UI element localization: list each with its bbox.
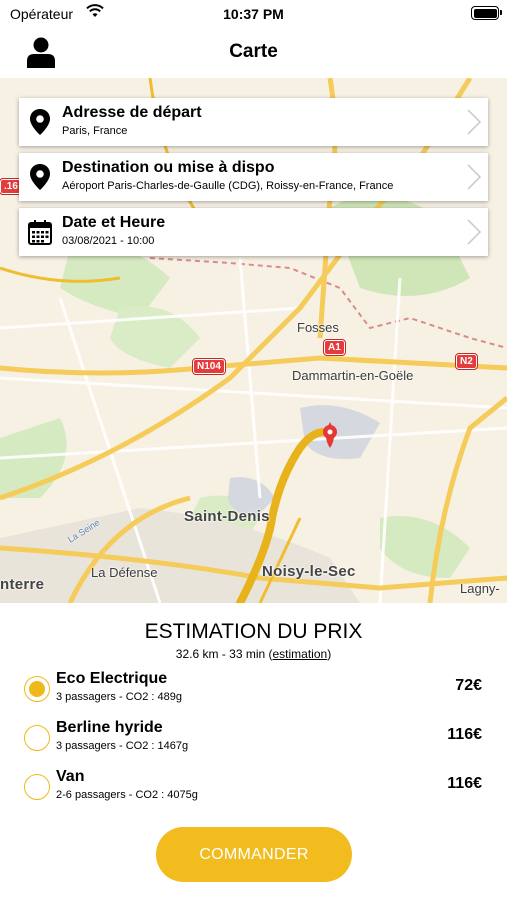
chevron-right-icon: [467, 164, 482, 190]
map-label-fosses: Fosses: [297, 320, 339, 335]
road-badge-a1: A1: [323, 339, 346, 356]
departure-address-card[interactable]: Adresse de départ Paris, France: [19, 98, 488, 146]
map-label-la-defense: La Défense: [91, 565, 158, 580]
vehicle-price: 72€: [455, 677, 482, 694]
map-label-lagny: Lagny-: [460, 581, 500, 596]
chevron-right-icon: [467, 219, 482, 245]
departure-value: Paris, France: [62, 125, 128, 137]
calendar-icon: [28, 220, 52, 245]
datetime-value: 03/08/2021 - 10:00: [62, 235, 155, 247]
map-label-saint-denis: Saint-Denis: [184, 508, 270, 525]
vehicle-name: Eco Electrique: [56, 670, 168, 687]
vehicle-description: 3 passagers - CO2 : 1467g: [56, 740, 189, 752]
map-label-nanterre: nterre: [0, 576, 45, 593]
map-pin-icon: [30, 164, 50, 190]
vehicle-name: Van: [56, 768, 85, 785]
destination-title: Destination ou mise à dispo: [62, 159, 275, 176]
vehicle-option-berline-hyride[interactable]: Berline hyride 3 passagers - CO2 : 1467g…: [24, 719, 486, 759]
road-badge-n2: N2: [455, 353, 478, 370]
vehicle-price: 116€: [447, 726, 482, 743]
vehicle-name: Berline hyride: [56, 719, 163, 736]
vehicle-description: 2-6 passagers - CO2 : 4075g: [56, 789, 198, 801]
estimate-closing: ): [327, 647, 332, 661]
order-button[interactable]: COMMANDER: [156, 827, 352, 882]
vehicle-option-van[interactable]: Van 2-6 passagers - CO2 : 4075g 116€: [24, 768, 486, 808]
estimate-title: ESTIMATION DU PRIX: [144, 620, 363, 643]
page-title: Carte: [229, 41, 278, 62]
chevron-right-icon: [467, 109, 482, 135]
status-bar: Opérateur 10:37 PM: [0, 0, 507, 28]
vehicle-option-eco-electrique[interactable]: Eco Electrique 3 passagers - CO2 : 489g …: [24, 670, 486, 710]
map-label-dammartin: Dammartin-en-Goële: [292, 368, 414, 383]
map-label-noisy-le-sec: Noisy-le-Sec: [262, 563, 356, 580]
radio-button-selected[interactable]: [24, 676, 50, 702]
vehicle-price: 116€: [447, 775, 482, 792]
estimate-link[interactable]: estimation: [273, 647, 328, 661]
departure-title: Adresse de départ: [62, 104, 202, 121]
radio-button[interactable]: [24, 774, 50, 800]
datetime-card[interactable]: Date et Heure 03/08/2021 - 10:00: [19, 208, 488, 256]
destination-card[interactable]: Destination ou mise à dispo Aéroport Par…: [19, 153, 488, 201]
road-badge-n104: N104: [192, 358, 226, 375]
destination-value: Aéroport Paris-Charles-de-Gaulle (CDG), …: [62, 180, 394, 192]
navigation-bar: Carte: [0, 28, 507, 78]
datetime-title: Date et Heure: [62, 214, 166, 231]
estimate-summary: 32.6 km - 33 min (estimation): [0, 647, 507, 661]
estimate-distance-time: 32.6 km - 33 min (: [175, 647, 273, 661]
clock: 10:37 PM: [223, 6, 284, 22]
battery-icon: [471, 6, 502, 20]
map-pin-icon: [30, 109, 50, 135]
vehicle-description: 3 passagers - CO2 : 489g: [56, 691, 182, 703]
radio-button[interactable]: [24, 725, 50, 751]
